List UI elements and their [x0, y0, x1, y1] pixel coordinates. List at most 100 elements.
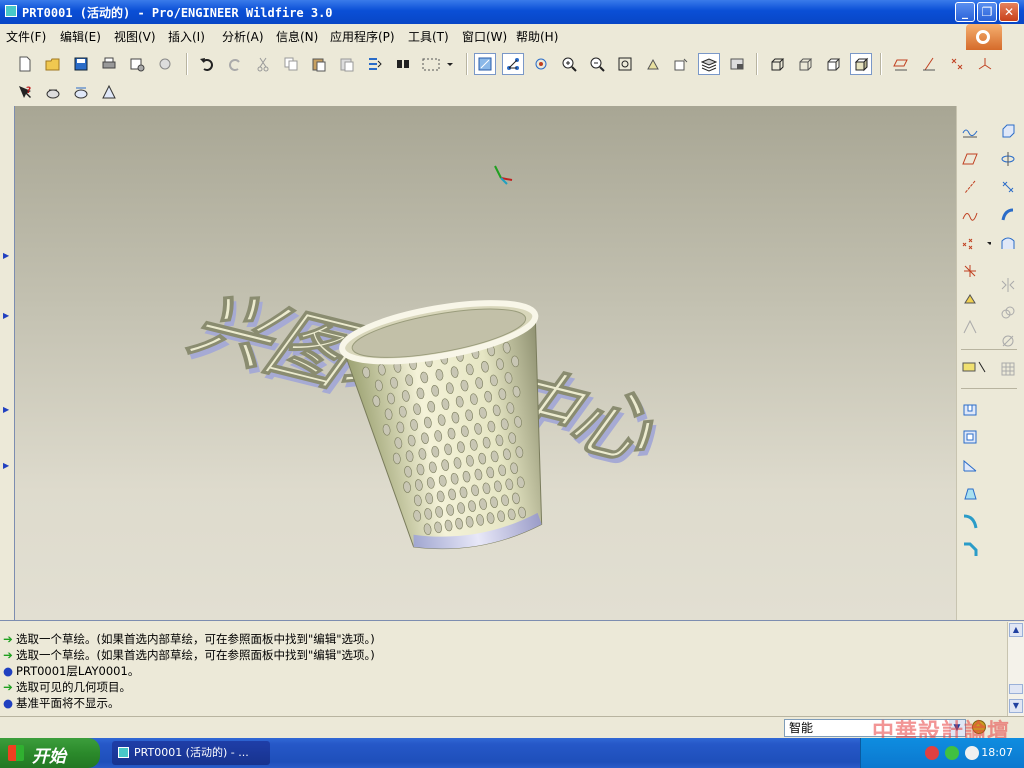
model-tree-icon[interactable] — [42, 81, 64, 103]
menu-file[interactable]: 文件(F) — [6, 28, 46, 45]
windows-taskbar: 开始 PRT0001 (活动的) - ... 18:07 — [0, 738, 1024, 768]
shell-tool-icon[interactable] — [959, 426, 981, 448]
layers-icon[interactable] — [698, 53, 720, 75]
menu-applications[interactable]: 应用程序(P) — [330, 28, 395, 45]
expand-arrow-icon[interactable]: ▶ — [3, 462, 9, 470]
round-tool-icon[interactable] — [959, 510, 981, 532]
boundary-tool-icon[interactable] — [997, 232, 1019, 254]
copy-icon[interactable] — [280, 53, 302, 75]
merge-tool-icon[interactable] — [997, 302, 1019, 324]
datum-point-tool-icon[interactable] — [959, 232, 993, 254]
tray-network-icon[interactable] — [945, 746, 959, 760]
zoom-in-icon[interactable] — [558, 53, 580, 75]
find-icon[interactable] — [392, 53, 414, 75]
sweep-tool-icon[interactable] — [997, 176, 1019, 198]
annotation-icon[interactable] — [98, 81, 120, 103]
datum-points-icon[interactable] — [946, 53, 968, 75]
analysis-feature-icon[interactable] — [959, 288, 981, 310]
menu-analysis[interactable]: 分析(A) — [222, 28, 264, 45]
open-folder-icon[interactable] — [42, 53, 64, 75]
menu-window[interactable]: 窗口(W) — [462, 28, 507, 45]
refit-icon[interactable] — [614, 53, 636, 75]
start-button[interactable]: 开始 — [0, 738, 100, 768]
message-scrollbar[interactable]: ▲ ▼ — [1007, 622, 1024, 716]
save-icon[interactable] — [70, 53, 92, 75]
status-bar: 智能 ▼ — [0, 716, 1024, 739]
message-line: ➔ 选取可见的几何项目。 — [3, 680, 131, 694]
new-file-icon[interactable] — [14, 53, 36, 75]
reorient-icon[interactable] — [642, 53, 664, 75]
menu-help[interactable]: 帮助(H) — [516, 28, 558, 45]
wireframe-icon[interactable] — [766, 53, 788, 75]
expand-arrow-icon[interactable]: ▶ — [3, 312, 9, 320]
graphics-window[interactable]: 兴图培训中心 兴图培训中心 — [15, 106, 956, 620]
measure-icon[interactable] — [70, 81, 92, 103]
trim-tool-icon[interactable] — [997, 330, 1019, 352]
pattern-tool-icon[interactable] — [997, 358, 1019, 380]
context-help-icon[interactable]: ? — [14, 81, 36, 103]
menu-tools[interactable]: 工具(T) — [408, 28, 449, 45]
saved-views-icon[interactable] — [670, 53, 692, 75]
redo-icon[interactable] — [224, 53, 246, 75]
hole-tool-icon[interactable] — [959, 398, 981, 420]
blend-tool-icon[interactable] — [997, 204, 1019, 226]
orient-mode-icon[interactable] — [502, 53, 524, 75]
message-line: ➔ 选取一个草绘。(如果首选内部草绘，可在参照面板中找到"编辑"选项。) — [3, 648, 375, 662]
draft-tool-icon[interactable] — [959, 482, 981, 504]
zoom-out-icon[interactable] — [586, 53, 608, 75]
selection-box-icon[interactable] — [420, 53, 456, 75]
regenerate-icon[interactable] — [364, 53, 386, 75]
system-tray: 18:07 — [860, 738, 1024, 768]
menu-edit[interactable]: 编辑(E) — [60, 28, 101, 45]
send-mail-icon[interactable] — [126, 53, 148, 75]
expand-arrow-icon[interactable]: ▶ — [3, 252, 9, 260]
mirror-tool-icon[interactable] — [997, 274, 1019, 296]
revolve-tool-icon[interactable] — [997, 148, 1019, 170]
shading-icon[interactable] — [850, 53, 872, 75]
navigator-strip[interactable]: ▶ ▶ ▶ ▶ — [0, 106, 15, 620]
scroll-thumb[interactable] — [1009, 684, 1023, 694]
datum-axes-icon[interactable] — [918, 53, 940, 75]
datum-axis-tool-icon[interactable] — [959, 176, 981, 198]
close-button[interactable]: ✕ — [999, 2, 1019, 22]
menu-info[interactable]: 信息(N) — [276, 28, 318, 45]
chamfer-tool-icon[interactable] — [959, 538, 981, 560]
tray-app-icon[interactable] — [925, 746, 939, 760]
print-icon[interactable] — [98, 53, 120, 75]
clock: 18:07 — [981, 746, 1013, 759]
view-manager-icon[interactable] — [726, 53, 748, 75]
spin-center-icon[interactable] — [530, 53, 552, 75]
minimize-button[interactable]: _ — [955, 2, 975, 22]
windows-flag-icon — [8, 745, 24, 761]
copy-geom-icon[interactable] — [959, 316, 981, 338]
scroll-down-icon[interactable]: ▼ — [1009, 699, 1023, 713]
datum-curve-tool-icon[interactable] — [959, 204, 981, 226]
hidden-line-icon[interactable] — [794, 53, 816, 75]
repaint-icon[interactable] — [474, 53, 496, 75]
send-link-icon[interactable] — [154, 53, 176, 75]
toolbar-separator — [466, 53, 468, 75]
paste-icon[interactable] — [308, 53, 330, 75]
datum-planes-icon[interactable] — [890, 53, 912, 75]
datum-csys-tool-icon[interactable] — [959, 260, 981, 282]
restore-button[interactable]: ❐ — [977, 2, 997, 22]
toolbar-separator — [961, 388, 1017, 389]
scroll-up-icon[interactable]: ▲ — [1009, 623, 1023, 637]
datum-plane-tool-icon[interactable] — [959, 148, 981, 170]
tray-volume-icon[interactable] — [965, 746, 979, 760]
csys-display-icon[interactable] — [974, 53, 996, 75]
menu-view[interactable]: 视图(V) — [114, 28, 156, 45]
feature-toolbar — [956, 106, 1024, 620]
prompt-arrow-icon: ➔ — [3, 632, 13, 646]
paste-special-icon[interactable] — [336, 53, 358, 75]
menu-insert[interactable]: 插入(I) — [168, 28, 205, 45]
insert-mode-icon[interactable] — [959, 356, 993, 378]
extrude-tool-icon[interactable] — [997, 120, 1019, 142]
undo-icon[interactable] — [196, 53, 218, 75]
cut-icon[interactable] — [252, 53, 274, 75]
sketch-tool-icon[interactable] — [959, 120, 981, 142]
taskbar-item-proe[interactable]: PRT0001 (活动的) - ... — [112, 741, 270, 765]
no-hidden-icon[interactable] — [822, 53, 844, 75]
expand-arrow-icon[interactable]: ▶ — [3, 406, 9, 414]
rib-tool-icon[interactable] — [959, 454, 981, 476]
